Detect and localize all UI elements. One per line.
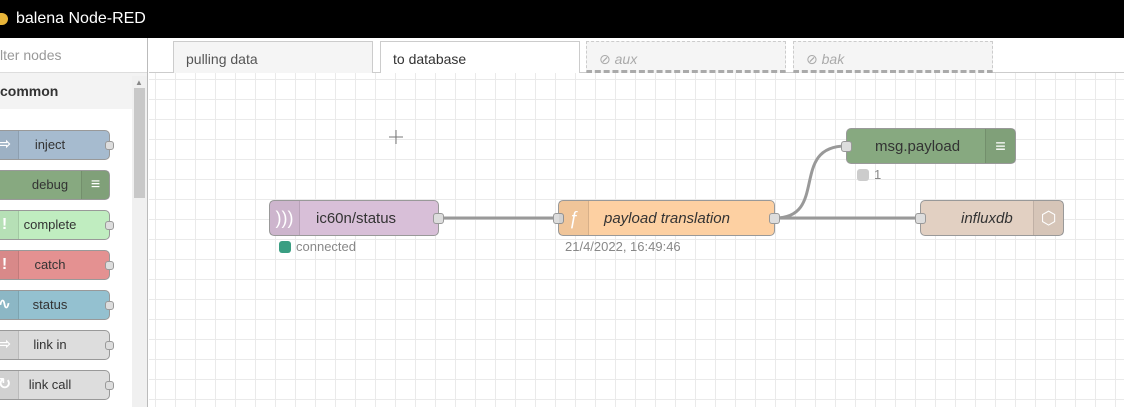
tab-bak[interactable]: ⊘ bak bbox=[793, 41, 993, 73]
node-label: influxdb bbox=[961, 210, 1013, 227]
tab-pulling-data[interactable]: pulling data bbox=[173, 41, 373, 73]
node-label: payload translation bbox=[604, 210, 730, 227]
palette-node-list: ⇨ inject debug ≡ ! complete ! catch ∿ st… bbox=[0, 109, 132, 407]
palette-node-label: complete bbox=[23, 217, 77, 232]
exclamation-icon: ! bbox=[0, 211, 19, 239]
palette-node-label: catch bbox=[34, 257, 66, 272]
output-port bbox=[105, 341, 114, 350]
link-arrow-icon: ⇨ bbox=[0, 331, 19, 359]
function-icon: ƒ bbox=[559, 201, 589, 235]
status-dot bbox=[857, 169, 869, 181]
palette-node-status[interactable]: ∿ status bbox=[0, 290, 114, 320]
status-dot bbox=[279, 241, 291, 253]
input-port[interactable] bbox=[841, 141, 852, 152]
list-icon: ≡ bbox=[985, 129, 1015, 163]
database-icon: ⬡ bbox=[1033, 201, 1063, 235]
node-palette: lter nodes common ⇨ inject debug ≡ ! com… bbox=[0, 38, 148, 407]
app-title: balena Node-RED bbox=[16, 10, 146, 27]
signal-icon: ))) bbox=[270, 201, 300, 235]
palette-node-label: link in bbox=[33, 337, 67, 352]
crosshair-cursor-icon bbox=[389, 130, 403, 144]
workspace-tabs: pulling data to database ⊘ aux ⊘ bak bbox=[149, 38, 1124, 74]
flow-node-function[interactable]: ƒ payload translation bbox=[553, 200, 780, 236]
wire-function-to-debug[interactable] bbox=[774, 144, 847, 220]
palette-scrollbar[interactable]: ▲ bbox=[132, 76, 147, 407]
palette-filter-input[interactable]: lter nodes bbox=[0, 38, 147, 73]
palette-node-label: debug bbox=[31, 177, 69, 192]
palette-node-link-in[interactable]: ⇨ link in bbox=[0, 330, 114, 360]
output-port bbox=[105, 221, 114, 230]
tab-aux[interactable]: ⊘ aux bbox=[586, 41, 786, 73]
output-port bbox=[105, 141, 114, 150]
palette-node-inject[interactable]: ⇨ inject bbox=[0, 130, 114, 160]
balena-logo-icon bbox=[0, 13, 8, 25]
output-port bbox=[105, 261, 114, 270]
flow-node-mqtt-in[interactable]: ))) ic60n/status bbox=[269, 200, 444, 236]
link-call-icon: ↻ bbox=[0, 371, 19, 399]
scroll-up-icon[interactable]: ▲ bbox=[135, 78, 143, 87]
node-status: connected bbox=[279, 239, 356, 254]
flow-canvas[interactable]: ))) ic60n/status connected ƒ payload tra… bbox=[149, 73, 1124, 407]
palette-node-debug[interactable]: debug ≡ bbox=[0, 170, 110, 200]
arrow-in-icon: ⇨ bbox=[0, 131, 19, 159]
node-status: 21/4/2022, 16:49:46 bbox=[565, 239, 681, 254]
node-label: ic60n/status bbox=[316, 210, 397, 227]
list-icon: ≡ bbox=[81, 171, 109, 199]
tab-to-database[interactable]: to database bbox=[380, 41, 580, 74]
scrollbar-thumb[interactable] bbox=[134, 88, 145, 198]
output-port bbox=[105, 301, 114, 310]
palette-node-complete[interactable]: ! complete bbox=[0, 210, 114, 240]
palette-category-common[interactable]: common bbox=[0, 73, 147, 109]
header-bar: balena Node-RED bbox=[0, 0, 1124, 38]
output-port bbox=[105, 381, 114, 390]
flow-node-influxdb[interactable]: influxdb ⬡ bbox=[915, 200, 1064, 236]
output-port[interactable] bbox=[769, 213, 780, 224]
exclamation-icon: ! bbox=[0, 251, 19, 279]
palette-node-catch[interactable]: ! catch bbox=[0, 250, 114, 280]
pulse-icon: ∿ bbox=[0, 291, 19, 319]
input-port[interactable] bbox=[915, 213, 926, 224]
palette-node-link-call[interactable]: ↻ link call bbox=[0, 370, 114, 400]
node-label: msg.payload bbox=[875, 138, 961, 155]
palette-node-label: status bbox=[32, 297, 68, 312]
flow-node-debug[interactable]: msg.payload ≡ bbox=[841, 128, 1016, 164]
palette-node-label: link call bbox=[28, 377, 72, 392]
palette-node-label: inject bbox=[34, 137, 66, 152]
node-status: 1 bbox=[857, 167, 881, 182]
output-port[interactable] bbox=[433, 213, 444, 224]
